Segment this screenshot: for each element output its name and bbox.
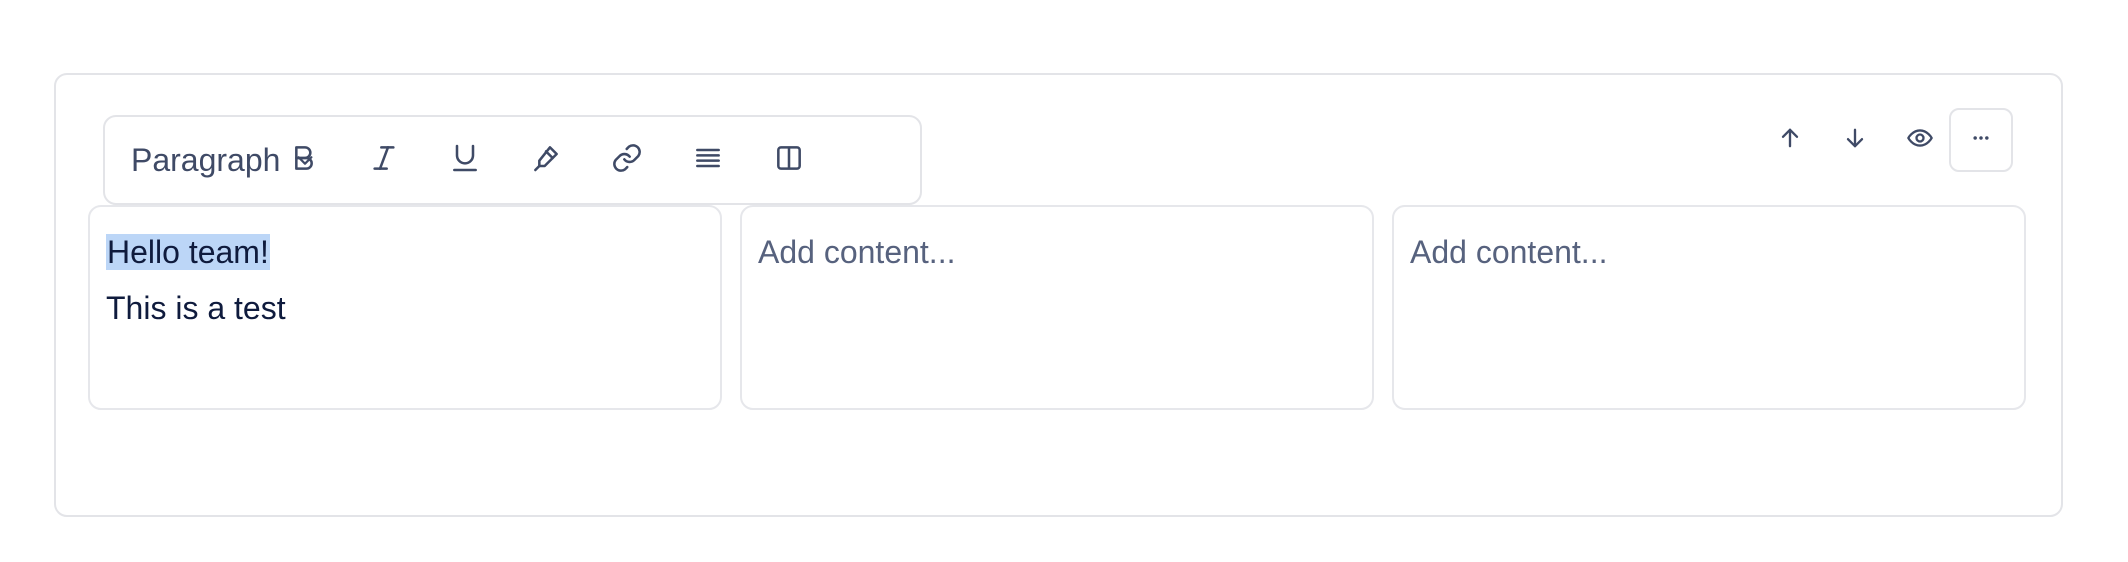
align-button[interactable] [680, 132, 736, 188]
highlighter-icon [530, 142, 562, 179]
link-icon [611, 142, 643, 179]
underline-button[interactable] [437, 132, 493, 188]
selected-text: Hello team! [106, 234, 270, 270]
block-type-label: Paragraph [131, 141, 281, 178]
move-up-button[interactable] [1760, 110, 1820, 170]
more-icon [1967, 124, 1995, 157]
bold-icon [287, 142, 319, 179]
more-options-button[interactable] [1949, 108, 2013, 172]
column-3-placeholder[interactable]: Add content... [1410, 224, 1607, 280]
eye-icon [1906, 124, 1934, 157]
columns-icon [773, 142, 805, 179]
underline-icon [449, 142, 481, 179]
link-button[interactable] [599, 132, 655, 188]
italic-icon [368, 142, 400, 179]
italic-button[interactable] [356, 132, 412, 188]
arrow-up-icon [1776, 124, 1804, 157]
column-1-line-1[interactable]: Hello team! [106, 224, 270, 280]
column-2-placeholder[interactable]: Add content... [758, 224, 955, 280]
columns-button[interactable] [761, 132, 817, 188]
move-down-button[interactable] [1825, 110, 1885, 170]
preview-button[interactable] [1890, 110, 1950, 170]
bold-button[interactable] [275, 132, 331, 188]
column-1-line-2[interactable]: This is a test [106, 280, 286, 336]
highlight-button[interactable] [518, 132, 574, 188]
formatting-toolbar: Paragraph [103, 115, 922, 205]
arrow-down-icon [1841, 124, 1869, 157]
align-justify-icon [692, 142, 724, 179]
